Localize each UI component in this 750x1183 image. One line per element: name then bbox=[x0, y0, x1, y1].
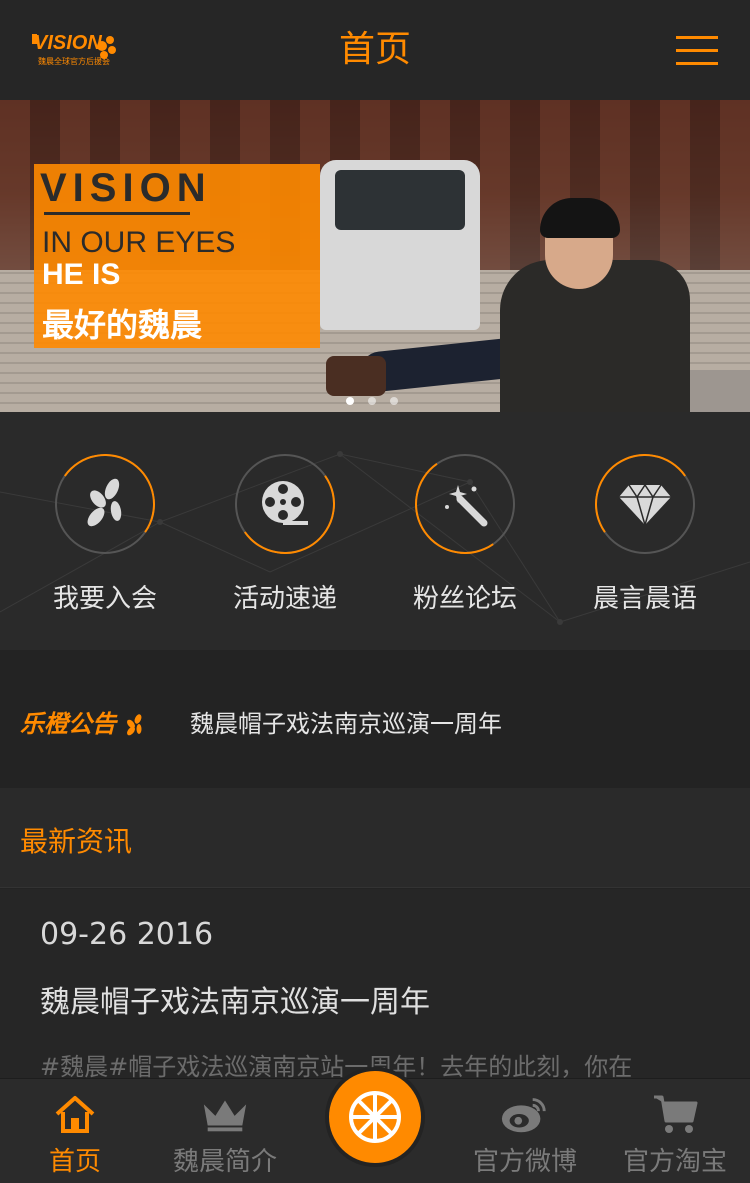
category-label: 我要入会 bbox=[52, 584, 157, 614]
app-header: VISION 魏晨全球官方后援会 首页 bbox=[0, 0, 750, 100]
orange-slice-icon bbox=[349, 1091, 401, 1143]
news-section-header: 最新资讯 bbox=[0, 788, 750, 888]
news-section-title: 最新资讯 bbox=[20, 825, 133, 858]
category-nav: 我要入会 活动速递 粉丝论坛 晨言晨语 bbox=[0, 412, 750, 650]
banner-subline-2: HE IS bbox=[42, 258, 121, 291]
tab-profile[interactable]: 魏晨简介 bbox=[150, 1079, 300, 1183]
tab-weibo[interactable]: 官方微博 bbox=[450, 1079, 600, 1183]
tab-label: 官方微博 bbox=[472, 1147, 577, 1177]
banner-divider bbox=[44, 212, 190, 215]
diamond-icon bbox=[595, 454, 695, 554]
shopping-cart-icon bbox=[650, 1093, 700, 1135]
category-join[interactable]: 我要入会 bbox=[15, 446, 195, 632]
butterfly-small-icon bbox=[127, 714, 142, 736]
tab-label: 首页 bbox=[48, 1147, 101, 1177]
tab-center-orange[interactable] bbox=[329, 1071, 421, 1163]
category-label: 活动速递 bbox=[232, 584, 337, 614]
film-reel-icon bbox=[235, 454, 335, 554]
tab-label: 官方淘宝 bbox=[622, 1147, 727, 1177]
hero-banner[interactable]: VISION IN OUR EYES HE IS 最好的魏晨 bbox=[0, 100, 750, 412]
carousel-dot[interactable] bbox=[390, 397, 398, 405]
banner-headline: VISION bbox=[40, 166, 212, 210]
banner-van-window bbox=[335, 170, 465, 230]
announcement-tag: 乐橙公告 bbox=[20, 704, 146, 739]
tab-taobao[interactable]: 官方淘宝 bbox=[600, 1079, 750, 1183]
butterfly-icon bbox=[55, 454, 155, 554]
carousel-dot[interactable] bbox=[346, 397, 354, 405]
category-label: 晨言晨语 bbox=[592, 584, 697, 614]
category-events[interactable]: 活动速递 bbox=[195, 446, 375, 632]
news-excerpt: #魏晨#帽子戏法巡演南京站一周年！去年的此刻，你在 bbox=[40, 1053, 633, 1081]
carousel-dot[interactable] bbox=[368, 397, 376, 405]
category-label: 粉丝论坛 bbox=[412, 584, 517, 614]
banner-subline-3: 最好的魏晨 bbox=[42, 306, 203, 344]
weibo-icon bbox=[500, 1093, 550, 1135]
news-item[interactable]: 09-26 2016 魏晨帽子戏法南京巡演一周年 #魏晨#帽子戏法巡演南京站一周… bbox=[0, 889, 750, 1089]
tab-home[interactable]: 首页 bbox=[0, 1079, 150, 1183]
announcement-text[interactable]: 魏晨帽子戏法南京巡演一周年 bbox=[190, 704, 502, 739]
hamburger-menu-icon[interactable] bbox=[676, 34, 720, 66]
announcement-tag-text: 乐橙公告 bbox=[20, 710, 116, 738]
crown-icon bbox=[200, 1093, 250, 1135]
announcement-bar[interactable]: 乐橙公告 魏晨帽子戏法南京巡演一周年 bbox=[0, 650, 750, 788]
news-title[interactable]: 魏晨帽子戏法南京巡演一周年 bbox=[40, 977, 430, 1021]
banner-subline-1: IN OUR EYES bbox=[42, 226, 236, 259]
carousel-indicators[interactable] bbox=[346, 390, 412, 409]
page-title: 首页 bbox=[338, 29, 411, 70]
magic-wand-icon bbox=[415, 454, 515, 554]
category-quotes[interactable]: 晨言晨语 bbox=[555, 446, 735, 632]
category-forum[interactable]: 粉丝论坛 bbox=[375, 446, 555, 632]
home-icon bbox=[50, 1093, 100, 1135]
news-date: 09-26 2016 bbox=[40, 917, 214, 952]
tab-label: 魏晨简介 bbox=[172, 1147, 277, 1177]
